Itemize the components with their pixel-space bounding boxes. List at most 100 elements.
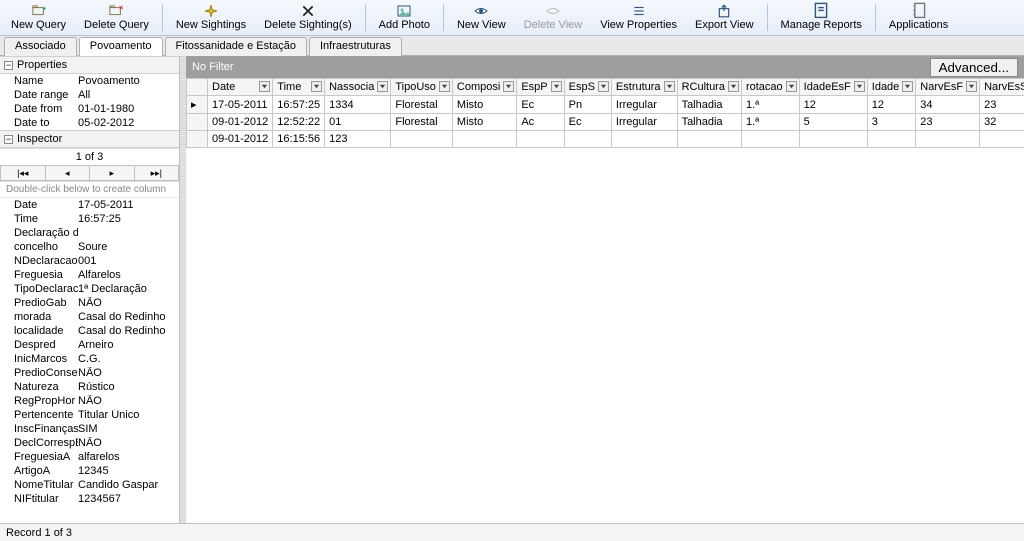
inspector-row[interactable]: Time16:57:25 xyxy=(0,212,179,226)
inspector-row[interactable]: PertencenteTitular Único xyxy=(0,408,179,422)
row-header[interactable] xyxy=(187,114,208,131)
table-cell[interactable]: 123 xyxy=(325,131,391,148)
inspector-row[interactable]: moradaCasal do Redinho xyxy=(0,310,179,324)
table-cell[interactable]: 16:15:56 xyxy=(273,131,325,148)
filter-dropdown-icon[interactable] xyxy=(854,81,865,92)
column-header[interactable]: EspP xyxy=(517,79,564,96)
column-header[interactable]: Composi xyxy=(452,79,516,96)
table-cell[interactable]: Florestal xyxy=(391,114,453,131)
filter-dropdown-icon[interactable] xyxy=(377,81,388,92)
filter-dropdown-icon[interactable] xyxy=(439,81,450,92)
table-cell[interactable]: 34 xyxy=(916,96,980,114)
table-cell[interactable] xyxy=(611,131,677,148)
column-header[interactable]: RCultura xyxy=(677,79,741,96)
filter-dropdown-icon[interactable] xyxy=(902,81,913,92)
new-sightings-button[interactable]: New Sightings xyxy=(168,2,254,33)
table-cell[interactable]: Misto xyxy=(452,96,516,114)
property-row[interactable]: Date from01-01-1980 xyxy=(0,102,179,116)
inspector-row[interactable]: NaturezaRústico xyxy=(0,380,179,394)
table-cell[interactable] xyxy=(391,131,453,148)
properties-header[interactable]: − Properties xyxy=(0,56,179,74)
tab-fitossanidade-e-esta-o[interactable]: Fitossanidade e Estação xyxy=(165,37,307,56)
table-cell[interactable]: Ec xyxy=(517,96,564,114)
table-cell[interactable]: Irregular xyxy=(611,96,677,114)
column-header[interactable]: EspS xyxy=(564,79,611,96)
table-row[interactable]: 09-01-201212:52:2201FlorestalMistoAcEcIr… xyxy=(187,114,1024,131)
property-row[interactable]: Date to05-02-2012 xyxy=(0,116,179,130)
inspector-row[interactable]: TipoDeclaraca1ª Declaração xyxy=(0,282,179,296)
table-cell[interactable]: 1334 xyxy=(325,96,391,114)
applications-button[interactable]: Applications xyxy=(881,2,956,33)
inspector-row[interactable]: localidadeCasal do Redinho xyxy=(0,324,179,338)
table-cell[interactable] xyxy=(677,131,741,148)
column-header[interactable]: rotacao xyxy=(741,79,799,96)
add-photo-button[interactable]: Add Photo xyxy=(371,2,438,33)
table-cell[interactable]: 01 xyxy=(325,114,391,131)
row-header[interactable] xyxy=(187,131,208,148)
table-cell[interactable] xyxy=(741,131,799,148)
table-cell[interactable] xyxy=(564,131,611,148)
advanced-filter-button[interactable]: Advanced... xyxy=(930,58,1018,77)
inspector-row[interactable]: InscFinançasSIM xyxy=(0,422,179,436)
column-header[interactable]: Date xyxy=(208,79,273,96)
tab-povoamento[interactable]: Povoamento xyxy=(79,37,163,56)
table-cell[interactable] xyxy=(867,131,916,148)
manage-reports-button[interactable]: Manage Reports xyxy=(773,2,870,33)
table-cell[interactable]: Misto xyxy=(452,114,516,131)
column-header[interactable]: IdadeEsF xyxy=(799,79,867,96)
table-cell[interactable]: Florestal xyxy=(391,96,453,114)
inspector-row[interactable]: NDeclaracao001 xyxy=(0,254,179,268)
table-cell[interactable] xyxy=(517,131,564,148)
inspector-row[interactable]: NIFtitular1234567 xyxy=(0,492,179,506)
table-cell[interactable]: Ec xyxy=(564,114,611,131)
column-header[interactable]: NarvEsS xyxy=(980,79,1024,96)
filter-dropdown-icon[interactable] xyxy=(728,81,739,92)
inspector-row[interactable]: Declaração de xyxy=(0,226,179,240)
tab-infraestruturas[interactable]: Infraestruturas xyxy=(309,37,402,56)
delete-query-button[interactable]: Delete Query xyxy=(76,2,157,33)
inspector-row[interactable]: DespredArneiro xyxy=(0,338,179,352)
property-row[interactable]: Date rangeAll xyxy=(0,88,179,102)
tab-associado[interactable]: Associado xyxy=(4,37,77,56)
data-grid[interactable]: DateTimeNassociaTipoUsoComposiEspPEspSEs… xyxy=(186,78,1024,523)
table-cell[interactable]: 12:52:22 xyxy=(273,114,325,131)
column-header[interactable]: Time xyxy=(273,79,325,96)
inspector-row[interactable]: FreguesiaAalfarelos xyxy=(0,450,179,464)
nav-next-button[interactable]: ▸ xyxy=(90,165,135,181)
table-cell[interactable]: 23 xyxy=(980,96,1024,114)
filter-dropdown-icon[interactable] xyxy=(966,81,977,92)
inspector-row[interactable]: PredioGabNÃO xyxy=(0,296,179,310)
table-cell[interactable] xyxy=(916,131,980,148)
new-view-button[interactable]: New View xyxy=(449,2,514,33)
filter-dropdown-icon[interactable] xyxy=(503,81,514,92)
table-cell[interactable]: 09-01-2012 xyxy=(208,131,273,148)
table-row[interactable]: ▸17-05-201116:57:251334FlorestalMistoEcP… xyxy=(187,96,1024,114)
table-cell[interactable]: 23 xyxy=(916,114,980,131)
table-cell[interactable]: 3 xyxy=(867,114,916,131)
table-cell[interactable] xyxy=(799,131,867,148)
table-cell[interactable] xyxy=(452,131,516,148)
filter-dropdown-icon[interactable] xyxy=(551,81,562,92)
inspector-row[interactable]: RegPropHorNÃO xyxy=(0,394,179,408)
table-row[interactable]: 09-01-201216:15:56123 xyxy=(187,131,1024,148)
column-header[interactable]: TipoUso xyxy=(391,79,453,96)
column-header[interactable]: Idade xyxy=(867,79,916,96)
table-cell[interactable] xyxy=(980,131,1024,148)
delete-sighting-button[interactable]: Delete Sighting(s) xyxy=(256,2,359,33)
row-header[interactable]: ▸ xyxy=(187,96,208,114)
table-cell[interactable]: 12 xyxy=(799,96,867,114)
nav-prev-button[interactable]: ◂ xyxy=(46,165,91,181)
table-cell[interactable]: 16:57:25 xyxy=(273,96,325,114)
new-query-button[interactable]: New Query xyxy=(3,2,74,33)
filter-dropdown-icon[interactable] xyxy=(664,81,675,92)
inspector-row[interactable]: concelhoSoure xyxy=(0,240,179,254)
nav-last-button[interactable]: ▸▸| xyxy=(135,165,180,181)
property-row[interactable]: NamePovoamento xyxy=(0,74,179,88)
nav-first-button[interactable]: |◂◂ xyxy=(0,165,46,181)
inspector-row[interactable]: InicMarcosC.G. xyxy=(0,352,179,366)
table-cell[interactable]: 32 xyxy=(980,114,1024,131)
inspector-header[interactable]: − Inspector xyxy=(0,130,179,148)
inspector-row[interactable]: DeclCorrespBNÃO xyxy=(0,436,179,450)
view-properties-button[interactable]: View Properties xyxy=(592,2,685,33)
inspector-row[interactable]: PredioConservNÃO xyxy=(0,366,179,380)
